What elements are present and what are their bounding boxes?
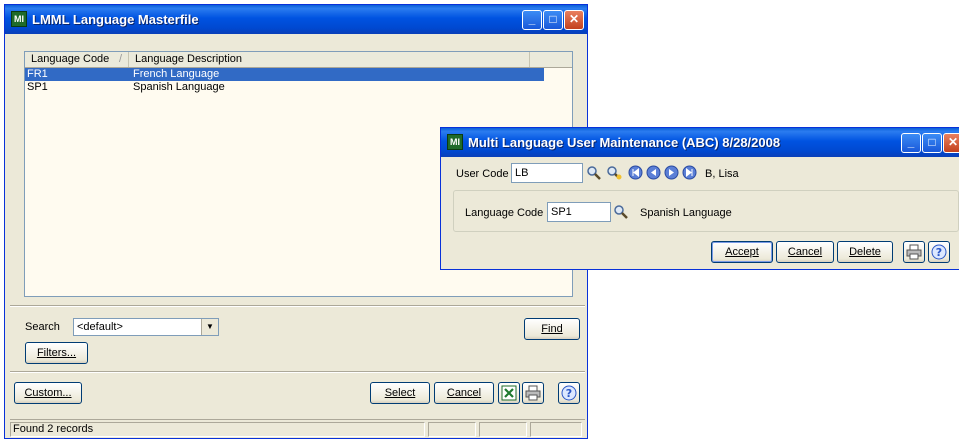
language-code-field[interactable]: SP1 bbox=[547, 202, 611, 222]
next-record-icon[interactable] bbox=[664, 165, 679, 180]
language-description: Spanish Language bbox=[640, 207, 732, 219]
table-row[interactable]: FR1 French Language bbox=[25, 68, 572, 81]
cancel-button[interactable]: Cancel bbox=[434, 382, 494, 404]
status-cell bbox=[530, 422, 582, 437]
help-icon: ? bbox=[931, 244, 947, 260]
language-code-label: Language Code bbox=[465, 207, 544, 219]
window-title: LMML Language Masterfile bbox=[32, 12, 199, 27]
maximize-icon[interactable]: □ bbox=[922, 133, 942, 153]
row-description: French Language bbox=[133, 68, 220, 80]
search-divider bbox=[10, 305, 585, 307]
find-button[interactable]: Find bbox=[524, 318, 580, 340]
help-icon: ? bbox=[561, 385, 577, 401]
sort-indicator-icon: / bbox=[118, 53, 122, 65]
masterfile-titlebar[interactable]: MI LMML Language Masterfile _ □ ✕ bbox=[5, 5, 587, 34]
help-button[interactable]: ? bbox=[928, 241, 950, 263]
user-code-field[interactable]: LB bbox=[511, 163, 583, 183]
search-select[interactable]: <default> ▼ bbox=[73, 318, 219, 336]
row-code: FR1 bbox=[27, 68, 48, 80]
svg-text:?: ? bbox=[566, 387, 572, 400]
accept-button[interactable]: Accept bbox=[711, 241, 773, 263]
lookup-icon[interactable] bbox=[586, 165, 602, 181]
row-description: Spanish Language bbox=[133, 81, 225, 93]
column-header-language-code[interactable]: Language Code / bbox=[25, 52, 129, 67]
excel-icon bbox=[501, 385, 517, 401]
minimize-icon[interactable]: _ bbox=[522, 10, 542, 30]
user-maintenance-window: MI Multi Language User Maintenance (ABC)… bbox=[440, 127, 959, 270]
status-cell bbox=[479, 422, 527, 437]
table-row[interactable]: SP1 Spanish Language bbox=[25, 81, 572, 94]
print-icon bbox=[525, 385, 541, 401]
status-text: Found 2 records bbox=[10, 422, 425, 437]
last-record-icon[interactable] bbox=[682, 165, 697, 180]
user-name: B, Lisa bbox=[705, 168, 739, 180]
help-button[interactable]: ? bbox=[558, 382, 580, 404]
window-title: Multi Language User Maintenance (ABC) 8/… bbox=[468, 135, 781, 150]
filters-button[interactable]: Filters... bbox=[25, 342, 88, 364]
first-record-icon[interactable] bbox=[628, 165, 643, 180]
prev-record-icon[interactable] bbox=[646, 165, 661, 180]
search-label: Search bbox=[25, 321, 60, 333]
print-button[interactable] bbox=[522, 382, 544, 404]
dropdown-arrow-icon[interactable]: ▼ bbox=[201, 319, 218, 335]
svg-text:?: ? bbox=[936, 246, 942, 259]
status-bar: Found 2 records bbox=[10, 419, 585, 439]
delete-button[interactable]: Delete bbox=[837, 241, 893, 263]
app-icon: MI bbox=[11, 11, 27, 27]
grid-header: Language Code / Language Description bbox=[25, 52, 572, 68]
minimize-icon[interactable]: _ bbox=[901, 133, 921, 153]
excel-button[interactable] bbox=[498, 382, 520, 404]
app-icon: MI bbox=[447, 134, 463, 150]
user-code-label: User Code bbox=[456, 168, 509, 180]
row-extension bbox=[544, 68, 572, 81]
cancel-button[interactable]: Cancel bbox=[776, 241, 834, 263]
select-button[interactable]: Select bbox=[370, 382, 430, 404]
row-code: SP1 bbox=[27, 81, 48, 93]
user-maintenance-titlebar[interactable]: MI Multi Language User Maintenance (ABC)… bbox=[441, 128, 959, 157]
print-icon bbox=[906, 244, 922, 260]
print-button[interactable] bbox=[903, 241, 925, 263]
search-plus-icon[interactable] bbox=[606, 165, 622, 181]
button-divider bbox=[10, 371, 585, 373]
close-icon[interactable]: ✕ bbox=[564, 10, 584, 30]
custom-button[interactable]: Custom... bbox=[14, 382, 82, 404]
status-cell bbox=[428, 422, 476, 437]
close-icon[interactable]: ✕ bbox=[943, 133, 959, 153]
maximize-icon[interactable]: □ bbox=[543, 10, 563, 30]
lookup-icon[interactable] bbox=[613, 204, 629, 220]
column-header-language-description[interactable]: Language Description bbox=[129, 52, 530, 67]
